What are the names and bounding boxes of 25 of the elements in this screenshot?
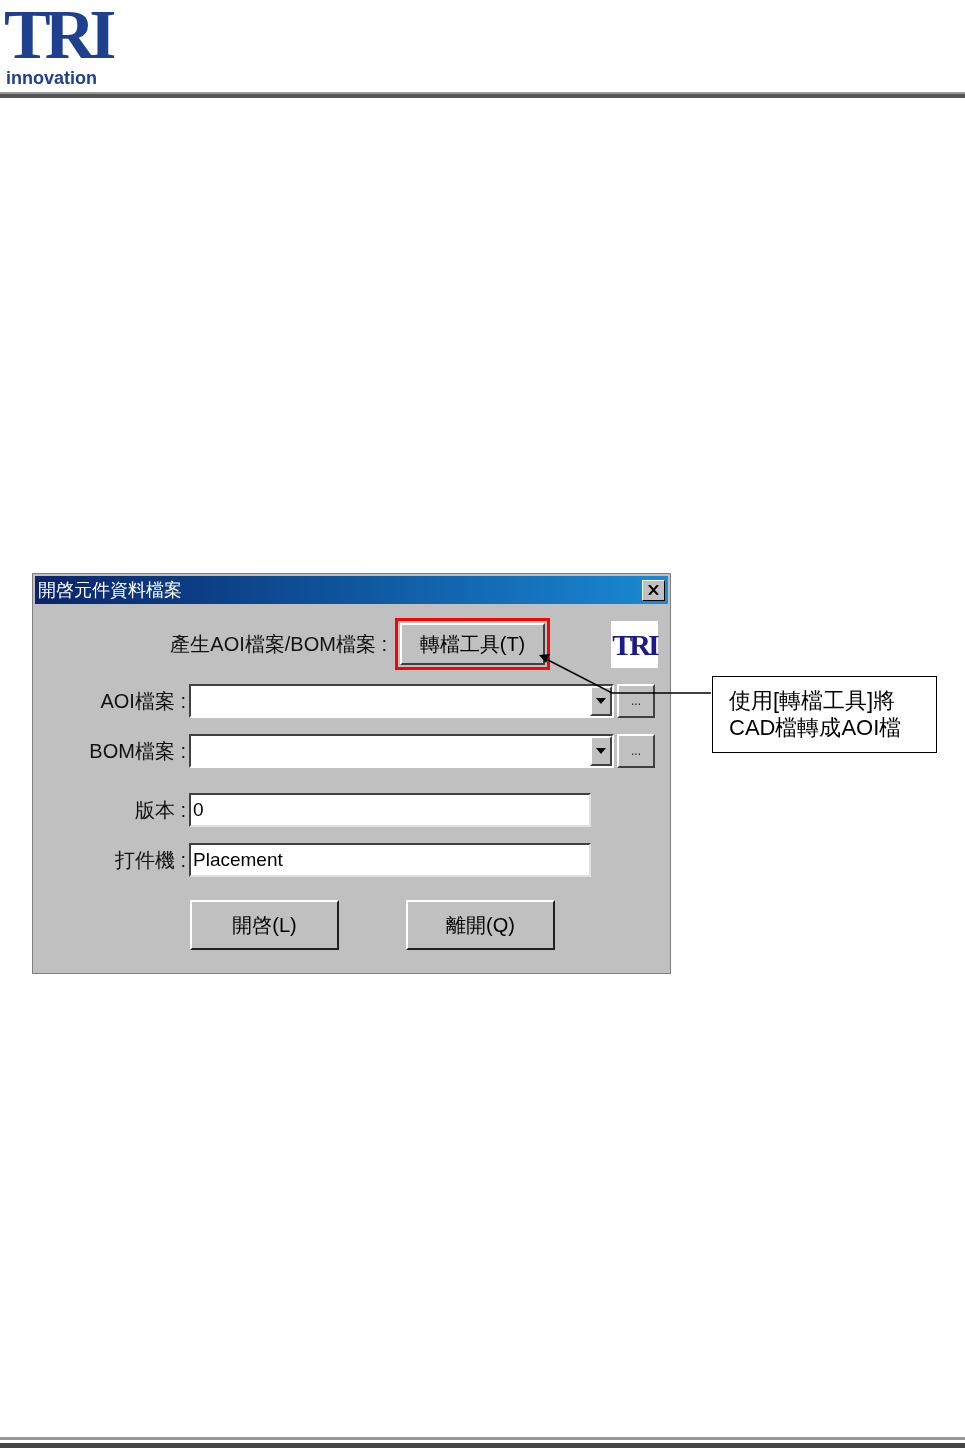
logo-wordmark: innovation bbox=[5, 68, 97, 88]
field-label: AOI檔案 : bbox=[99, 689, 187, 714]
input-field[interactable]: 0 bbox=[189, 793, 591, 827]
callout-note: 使用[轉檔工具]將 CAD檔轉成AOI檔 bbox=[712, 676, 937, 753]
close-button[interactable] bbox=[642, 579, 665, 601]
dialog-button[interactable]: 離開(Q) bbox=[406, 900, 555, 950]
close-icon bbox=[648, 585, 659, 595]
tri-logo: TRI bbox=[611, 620, 658, 668]
input-field[interactable]: Placement bbox=[189, 843, 591, 877]
dialog-button[interactable]: 開啓(L) bbox=[190, 900, 339, 950]
caret-icon bbox=[596, 698, 606, 704]
logo-letters: TRI bbox=[4, 2, 111, 68]
dropdown-field[interactable] bbox=[189, 734, 614, 768]
window-title: 開啓元件資料檔案 bbox=[38, 580, 182, 600]
browse-button[interactable]: ... bbox=[617, 684, 655, 718]
browse-button[interactable]: ... bbox=[617, 734, 655, 768]
dropdown-button[interactable] bbox=[590, 736, 612, 766]
caret-icon bbox=[596, 748, 606, 754]
field-label: 版本 : bbox=[133, 798, 187, 823]
field-label: 打件機 : bbox=[113, 848, 187, 873]
dropdown-field[interactable] bbox=[189, 684, 614, 718]
field-label: BOM檔案 : bbox=[88, 739, 187, 764]
dropdown-button[interactable] bbox=[590, 686, 612, 716]
convert-tool-button[interactable]: 轉檔工具(T) bbox=[400, 623, 545, 665]
field-label: 產生AOI檔案/BOM檔案 : bbox=[169, 632, 387, 657]
